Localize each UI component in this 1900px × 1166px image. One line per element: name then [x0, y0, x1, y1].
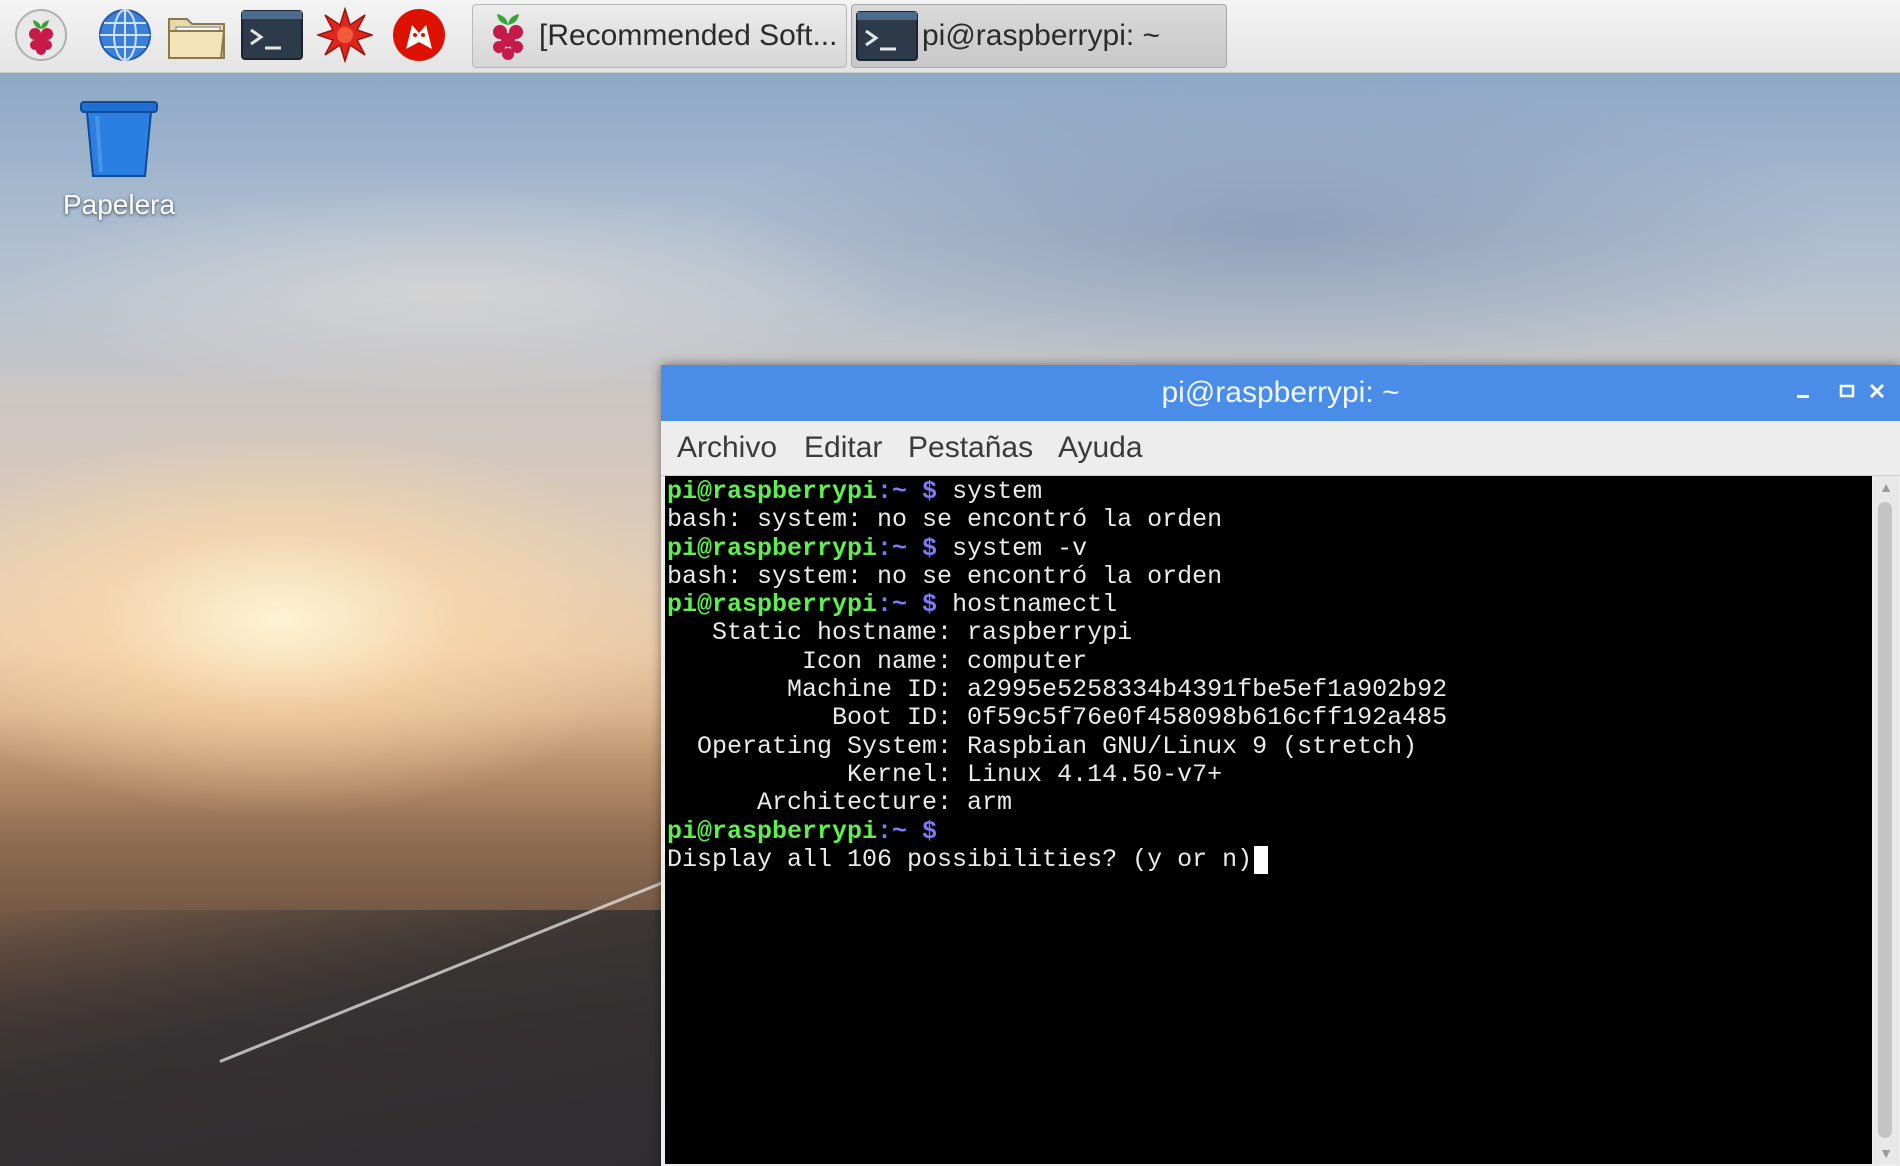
raspberry-icon	[14, 8, 68, 67]
web-browser-launcher[interactable]	[94, 8, 156, 66]
terminal-text: bash: system: no se encontró la orden	[667, 505, 1223, 535]
maximize-icon	[1839, 383, 1855, 404]
minimize-button[interactable]	[1781, 365, 1825, 421]
terminal-prompt-line: pi@raspberrypi:~ $ hostnamectl	[667, 591, 1447, 619]
window-title: pi@raspberrypi: ~	[1161, 376, 1400, 409]
terminal-text: Boot ID: 0f59c5f76e0f458098b616cff192a48…	[667, 703, 1448, 733]
raspberry-menu-button[interactable]	[10, 8, 72, 66]
task-label: pi@raspberrypi: ~	[922, 19, 1161, 52]
taskbar: [Recommended Soft... pi@raspberrypi: ~	[0, 0, 1900, 73]
terminal-output-line: Display all 106 possibilities? (y or n)	[667, 844, 1447, 874]
terminal-text: Architecture: arm	[667, 788, 1013, 818]
scroll-down-button[interactable]: ▼	[1874, 1142, 1898, 1164]
folder-icon	[166, 9, 228, 66]
menu-editar[interactable]: Editar	[804, 421, 882, 475]
prompt-path: :~ $	[877, 477, 938, 506]
prompt-path: :~ $	[877, 816, 938, 846]
desktop-icon-trash[interactable]: Papelera	[56, 98, 182, 221]
wolf-icon	[391, 7, 447, 68]
trash-icon	[77, 98, 161, 185]
prompt-user: pi@raspberrypi	[667, 477, 878, 506]
terminal-prompt-line: pi@raspberrypi:~ $	[667, 816, 1447, 846]
terminal-lines: pi@raspberrypi:~ $ system bash: system: n…	[667, 477, 1448, 874]
scrollbar[interactable]: ▲ ▼	[1874, 476, 1898, 1164]
terminal-prompt-line: pi@raspberrypi:~ $ system -v	[667, 533, 1447, 563]
terminal-output-line: Machine ID: a2995e5258334b4391fbe5ef1a90…	[667, 675, 1448, 705]
menu-bar: Archivo Editar Pestañas Ayuda	[661, 421, 1900, 476]
prompt-user: pi@raspberrypi	[667, 590, 878, 620]
terminal-text: Machine ID: a2995e5258334b4391fbe5ef1a90…	[667, 675, 1448, 705]
terminal-output-line: Icon name: computer	[667, 646, 1447, 676]
menu-ayuda[interactable]: Ayuda	[1058, 421, 1143, 475]
prompt-user: pi@raspberrypi	[667, 816, 878, 846]
terminal-icon	[241, 9, 303, 65]
terminal-text: system -v	[937, 533, 1088, 563]
terminal-text: Icon name: computer	[667, 646, 1088, 676]
terminal-output-line: bash: system: no se encontró la orden	[667, 506, 1447, 534]
terminal-text: Operating System: Raspbian GNU/Linux 9 (…	[667, 731, 1418, 761]
terminal-text: hostnamectl	[937, 590, 1118, 620]
prompt-path: :~ $	[877, 590, 938, 620]
menu-archivo[interactable]: Archivo	[677, 421, 777, 475]
terminal-output[interactable]: pi@raspberrypi:~ $ system bash: system: n…	[665, 476, 1872, 1164]
globe-icon	[97, 7, 153, 68]
mathematica-launcher[interactable]	[314, 5, 376, 68]
title-bar[interactable]: pi@raspberrypi: ~	[661, 365, 1900, 421]
terminal-text: system	[937, 477, 1043, 506]
chevron-down-icon: ▼	[1879, 1145, 1893, 1161]
wolfram-launcher[interactable]	[388, 8, 450, 66]
minimize-icon	[1795, 383, 1811, 404]
terminal-cursor	[1254, 845, 1269, 874]
terminal-output-line: Architecture: arm	[667, 789, 1447, 817]
terminal-output-line: Boot ID: 0f59c5f76e0f458098b616cff192a48…	[667, 704, 1447, 732]
terminal-text: Kernel: Linux 4.14.50-v7+	[667, 759, 1223, 789]
terminal-text: bash: system: no se encontró la orden	[667, 561, 1223, 591]
close-button[interactable]	[1855, 365, 1899, 421]
terminal-prompt-line: pi@raspberrypi:~ $ system	[667, 477, 1447, 506]
task-label: [Recommended Soft...	[539, 19, 838, 52]
file-manager-launcher[interactable]	[166, 8, 228, 66]
chevron-up-icon: ▲	[1879, 479, 1893, 495]
terminal-launcher[interactable]	[241, 8, 303, 66]
wallpaper-road	[0, 910, 700, 1166]
close-icon	[1868, 382, 1886, 405]
menu-pestanas[interactable]: Pestañas	[908, 421, 1033, 475]
scroll-up-button[interactable]: ▲	[1874, 476, 1898, 498]
terminal-window[interactable]: pi@raspberrypi: ~ Archivo Editar Pestaña…	[661, 365, 1900, 1166]
desktop-icon-label: Papelera	[62, 189, 176, 220]
terminal-output-line: Static hostname: raspberrypi	[667, 619, 1447, 647]
terminal-output-line: Operating System: Raspbian GNU/Linux 9 (…	[667, 731, 1447, 761]
terminal-output-line: Kernel: Linux 4.14.50-v7+	[667, 759, 1447, 789]
prompt-user: pi@raspberrypi	[667, 533, 878, 563]
scroll-thumb[interactable]	[1878, 502, 1892, 1138]
terminal-output-line: bash: system: no se encontró la orden	[667, 561, 1447, 591]
star-burst-icon	[315, 5, 375, 68]
raspberry-icon	[483, 8, 533, 64]
task-recommended-software[interactable]: [Recommended Soft...	[472, 4, 847, 68]
prompt-path: :~ $	[877, 533, 938, 563]
task-terminal[interactable]: pi@raspberrypi: ~	[851, 4, 1227, 68]
terminal-icon	[856, 11, 918, 61]
terminal-text: Display all 106 possibilities? (y or n)	[667, 844, 1253, 874]
terminal-text: Static hostname: raspberrypi	[667, 618, 1133, 648]
